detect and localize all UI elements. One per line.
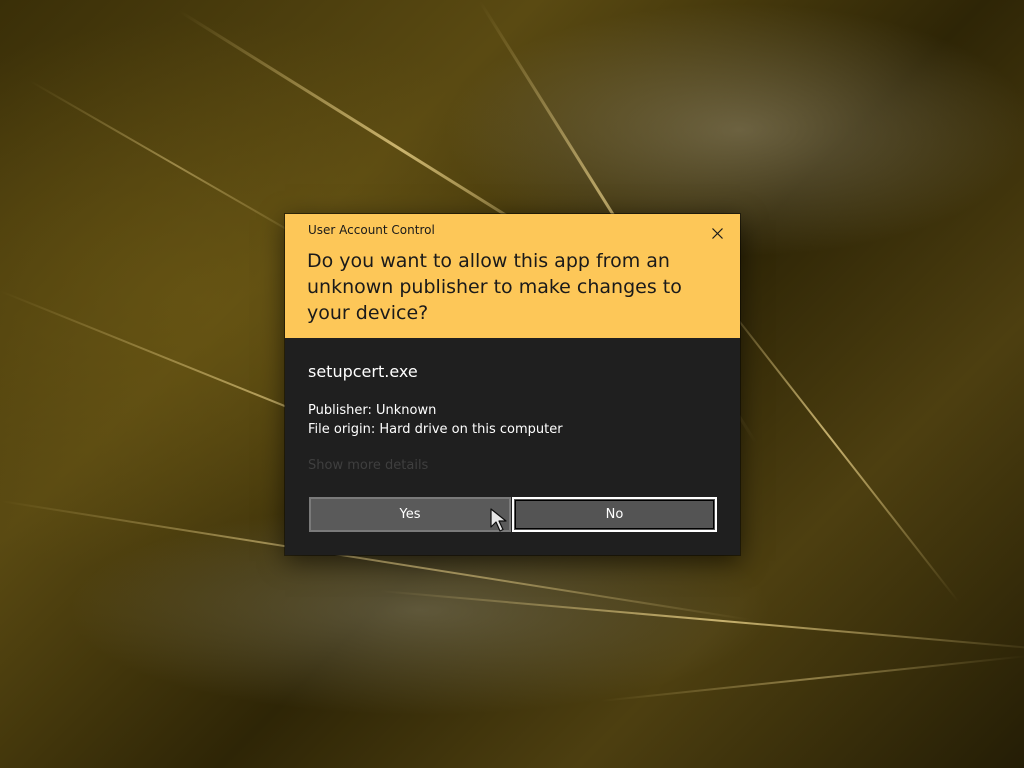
wallpaper-streak bbox=[29, 80, 325, 252]
uac-body: setupcert.exe Publisher: Unknown File or… bbox=[285, 338, 740, 473]
close-icon bbox=[711, 227, 723, 239]
publisher-text: Publisher: Unknown bbox=[308, 403, 437, 418]
uac-header: User Account Control Do you want to allo… bbox=[285, 214, 740, 338]
desktop-wallpaper: User Account Control Do you want to allo… bbox=[0, 0, 1024, 768]
wallpaper-streak bbox=[379, 590, 1024, 652]
mouse-pointer-icon bbox=[490, 508, 507, 532]
dialog-title: User Account Control bbox=[308, 223, 435, 237]
yes-button[interactable]: Yes bbox=[309, 497, 511, 532]
button-row: Yes No bbox=[309, 497, 717, 532]
wallpaper-streak bbox=[599, 655, 1024, 702]
uac-question: Do you want to allow this app from an un… bbox=[307, 250, 682, 324]
no-button[interactable]: No bbox=[512, 497, 717, 532]
close-button[interactable] bbox=[706, 222, 728, 244]
app-name: setupcert.exe bbox=[308, 362, 418, 381]
app-details: Publisher: Unknown File origin: Hard dri… bbox=[308, 401, 717, 439]
show-more-details-link[interactable]: Show more details bbox=[308, 458, 717, 473]
file-origin-text: File origin: Hard drive on this computer bbox=[308, 422, 563, 437]
uac-dialog: User Account Control Do you want to allo… bbox=[285, 214, 740, 555]
